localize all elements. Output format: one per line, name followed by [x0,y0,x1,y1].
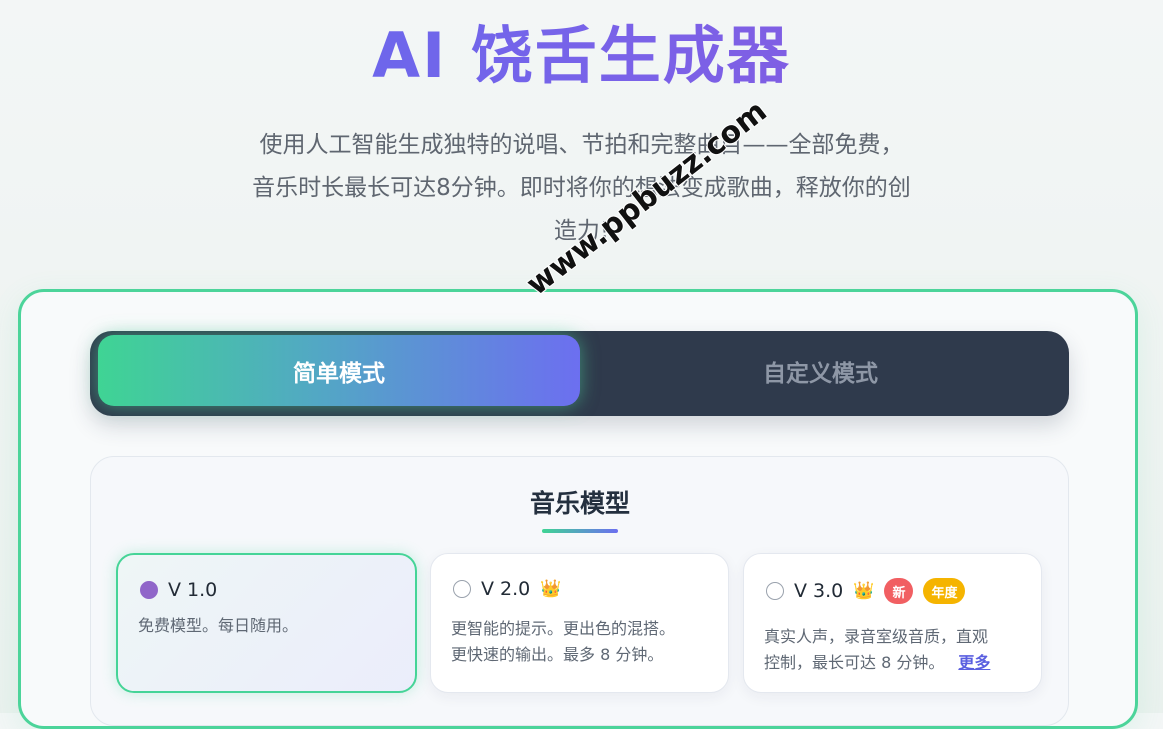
model-card-v3[interactable]: V 3.0 👑 新 年度 真实人声，录音室级音质，直观 控制，最长可达 8 分钟… [743,553,1042,693]
model-card-v2[interactable]: V 2.0 👑 更智能的提示。更出色的混搭。 更快速的输出。最多 8 分钟。 [430,553,729,693]
crown-icon: 👑 [540,578,562,599]
model-card-v1[interactable]: V 1.0 免费模型。每日随用。 [116,553,417,693]
model-description: 免费模型。每日随用。 [138,613,298,639]
section-title: 音乐模型 [529,489,630,518]
radio-unselected-icon[interactable] [766,582,784,600]
description-line: 免费模型。每日随用。 [138,616,299,635]
subtitle-line: 造力! [553,218,610,244]
description-line: 控制，最长可达 8 分钟。 更多 [764,650,990,676]
model-description: 更智能的提示。更出色的混搭。 更快速的输出。最多 8 分钟。 [451,616,675,668]
model-description: 真实人声，录音室级音质，直观 控制，最长可达 8 分钟。 更多 [764,624,990,676]
subtitle-line: 音乐时长最长可达8分钟。即时将你的想法变成歌曲，释放你的创 [252,175,911,201]
new-badge: 新 [884,578,914,604]
annual-badge: 年度 [923,578,966,604]
model-version: V 2.0 [481,578,531,600]
description-line: 更智能的提示。更出色的混搭。 [451,619,676,638]
page-subtitle: 使用人工智能生成独特的说唱、节拍和完整曲目——全部免费， 音乐时长最长可达8分钟… [200,124,963,253]
model-card-header: V 3.0 👑 新 年度 [766,578,966,604]
description-line: 真实人声，录音室级音质，直观 [764,627,989,646]
radio-selected-icon[interactable] [140,581,158,599]
mode-toggle: 简单模式 自定义模式 [90,331,1069,416]
tab-simple-mode[interactable]: 简单模式 [98,335,580,406]
page-title: AI 饶舌生成器 [0,18,1163,94]
description-text: 控制，最长可达 8 分钟。 [764,653,945,672]
crown-icon: 👑 [853,580,875,601]
model-version: V 3.0 [794,580,844,602]
subtitle-line: 使用人工智能生成独特的说唱、节拍和完整曲目——全部免费， [259,132,904,158]
section-title-underline [542,529,618,533]
model-card-header: V 2.0 👑 [453,578,561,600]
model-version: V 1.0 [168,579,218,601]
model-card-header: V 1.0 [140,579,217,601]
tab-custom-mode[interactable]: 自定义模式 [580,335,1061,406]
description-line: 更快速的输出。最多 8 分钟。 [451,645,664,664]
radio-unselected-icon[interactable] [453,580,471,598]
more-link[interactable]: 更多 [958,653,990,672]
